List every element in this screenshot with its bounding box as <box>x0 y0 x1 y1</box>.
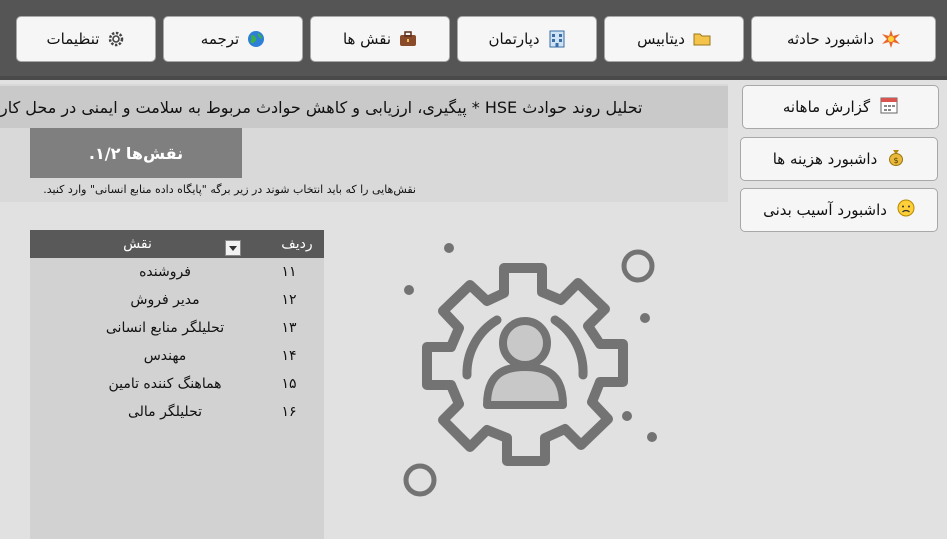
row-role: تحلیلگر منابع انسانی <box>105 320 225 336</box>
page-title: تحلیل روند حوادث HSE * پیگیری، ارزیابی و… <box>0 97 643 117</box>
building-icon <box>548 30 566 48</box>
row-role: مهندس <box>143 348 187 364</box>
sidebar-button-cost-dashboard[interactable]: $ داشبورد هزینه ها <box>740 137 938 181</box>
column-header-index: ردیف <box>281 236 313 252</box>
svg-text:$: $ <box>894 156 899 165</box>
row-role: فروشنده <box>139 264 191 280</box>
nav-button-translate[interactable]: ترجمه <box>163 16 303 62</box>
nav-button-label: نقش ها <box>342 30 392 48</box>
sidebar-button-injury-dashboard[interactable]: داشبورد آسیب بدنی <box>740 188 938 232</box>
table-row[interactable]: ۱۴ مهندس <box>30 342 324 370</box>
explosion-icon <box>882 30 901 48</box>
filter-dropdown-icon[interactable] <box>225 240 241 256</box>
row-role: هماهنگ کننده تامین <box>108 376 222 392</box>
sidebar-button-monthly-report[interactable]: گزارش ماهانه <box>742 85 939 129</box>
nav-button-database[interactable]: دیتابیس <box>604 16 744 62</box>
table-header: ردیف نقش <box>30 230 324 258</box>
table-row[interactable]: ۱۳ تحلیلگر منابع انسانی <box>30 314 324 342</box>
gear-icon <box>107 30 125 48</box>
row-role: تحلیلگر مالی <box>127 404 203 420</box>
nav-button-department[interactable]: دپارتمان <box>457 16 597 62</box>
nav-button-settings[interactable]: تنظیمات <box>16 16 156 62</box>
section-label: نقش‌ها ۱/۲. <box>30 128 242 178</box>
sidebar-button-label: گزارش ماهانه <box>782 98 871 116</box>
sidebar-button-label: داشبورد هزینه ها <box>772 150 878 168</box>
page-title-bar: تحلیل روند حوادث HSE * پیگیری، ارزیابی و… <box>0 86 728 128</box>
nav-divider <box>0 76 947 80</box>
money-bag-icon: $ <box>887 148 905 170</box>
briefcase-icon <box>399 30 417 48</box>
calendar-icon <box>880 96 898 118</box>
sidebar-button-label: داشبورد آسیب بدنی <box>763 201 887 219</box>
nav-button-label: ترجمه <box>200 30 240 48</box>
folder-icon <box>693 30 711 48</box>
nav-button-label: تنظیمات <box>46 30 100 48</box>
section-title: نقش‌ها ۱/۲. <box>88 143 184 163</box>
row-role: مدیر فروش <box>130 292 200 308</box>
gear-person-icon <box>380 228 680 508</box>
table-row[interactable]: ۱۲ مدیر فروش <box>30 286 324 314</box>
globe-icon <box>247 30 265 48</box>
nav-button-label: دیتابیس <box>637 30 685 48</box>
instruction-note: نقش‌هایی را که باید انتخاب شوند در زیر ب… <box>43 183 416 196</box>
nav-button-incident-dashboard[interactable]: داشبورد حادثه <box>751 16 936 62</box>
table-row[interactable]: ۱۱ فروشنده <box>30 258 324 286</box>
nav-button-roles[interactable]: نقش ها <box>310 16 450 62</box>
worried-face-icon <box>897 199 915 221</box>
table-row[interactable]: ۱۵ هماهنگ کننده تامین <box>30 370 324 398</box>
nav-button-label: داشبورد حادثه <box>786 30 875 48</box>
table-row[interactable]: ۱۶ تحلیلگر مالی <box>30 398 324 426</box>
column-header-role: نقش <box>123 236 152 252</box>
nav-button-label: دپارتمان <box>488 30 540 48</box>
